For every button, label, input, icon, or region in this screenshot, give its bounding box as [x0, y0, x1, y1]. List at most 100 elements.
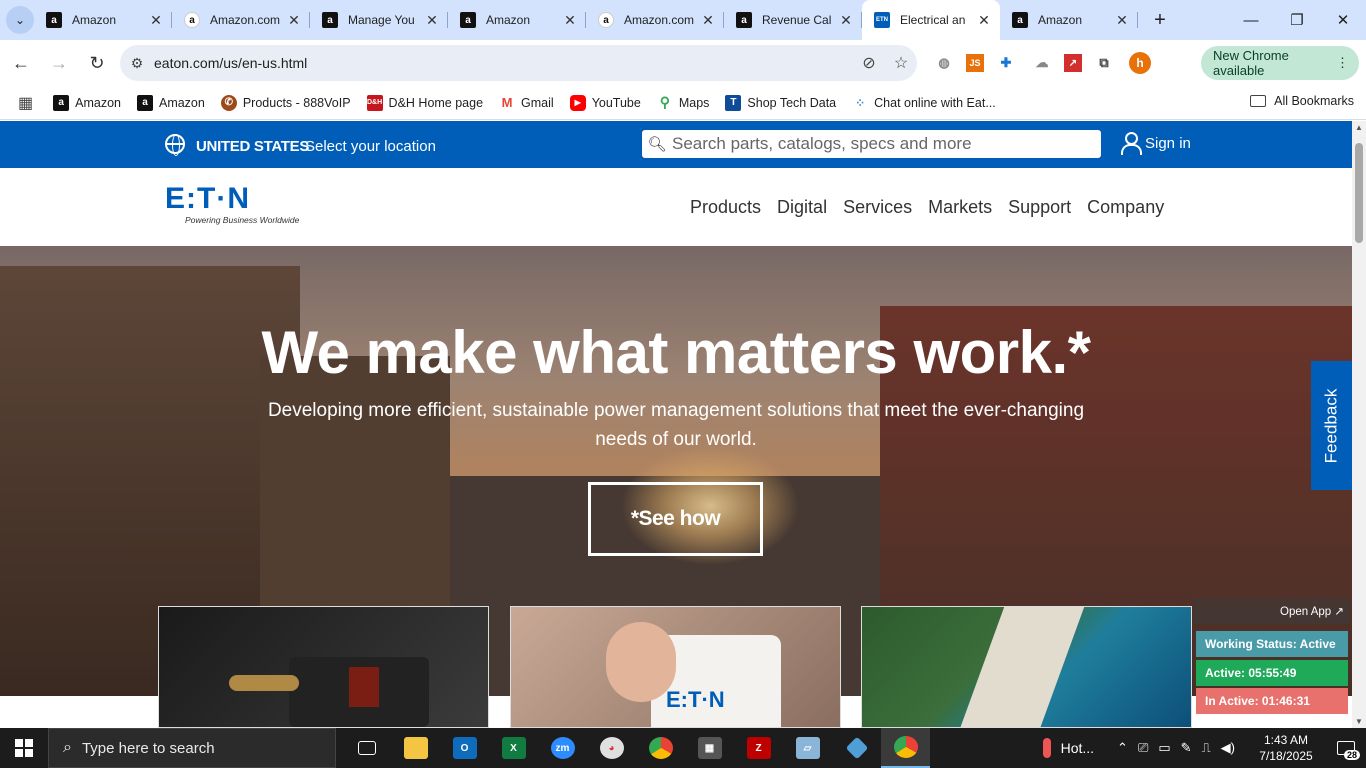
promo-card-product[interactable] — [158, 606, 489, 728]
scroll-up-icon[interactable]: ▲ — [1355, 123, 1363, 132]
filezilla-button[interactable]: Z — [734, 728, 783, 768]
bookmark-item[interactable]: ⁘ Chat online with Eat... — [852, 94, 996, 111]
chrome-icon — [648, 737, 673, 759]
app-button[interactable] — [832, 728, 881, 768]
zoom-button[interactable]: zm — [538, 728, 587, 768]
close-tab-icon[interactable]: ✕ — [1114, 12, 1130, 29]
see-how-button[interactable]: *See how — [588, 482, 763, 556]
bookmark-item[interactable]: a Amazon — [136, 94, 205, 111]
sign-in-label: Sign in — [1145, 134, 1191, 152]
bookmark-item[interactable]: a Amazon — [53, 94, 121, 111]
browser-tab[interactable]: a Amazon.com ✕ — [172, 0, 310, 40]
site-info-icon[interactable]: ⚙ — [120, 55, 154, 72]
reload-button[interactable]: ↻ — [80, 46, 114, 80]
promo-card-mug[interactable]: E:T·N — [510, 606, 841, 728]
bookmark-item[interactable]: ▶ YouTube — [569, 94, 641, 111]
back-button[interactable]: ← — [4, 46, 38, 80]
js-extension-icon[interactable]: JS — [966, 54, 984, 72]
notifications-button[interactable]: 28 — [1326, 728, 1366, 768]
profile-button[interactable]: h — [1126, 48, 1154, 78]
browser-tab[interactable]: a Revenue Cal ✕ — [724, 0, 862, 40]
sign-in-link[interactable]: Sign in — [1120, 132, 1191, 155]
volume-icon[interactable]: ◀) — [1221, 740, 1235, 756]
battery-icon[interactable]: ▭ — [1158, 740, 1170, 756]
eye-off-icon[interactable]: ⊘ — [853, 53, 885, 73]
browser-tab[interactable]: a Amazon.com ✕ — [586, 0, 724, 40]
star-icon[interactable]: ☆ — [885, 53, 917, 73]
chevron-up-icon[interactable]: ⌃ — [1117, 740, 1128, 756]
bookmark-item[interactable]: T Shop Tech Data — [725, 94, 836, 111]
outlook-button[interactable]: O — [440, 728, 489, 768]
close-tab-icon[interactable]: ✕ — [424, 12, 440, 29]
close-tab-icon[interactable]: ✕ — [286, 12, 302, 29]
amazon-icon: a — [736, 12, 752, 28]
select-location-link[interactable]: Select your location — [305, 138, 436, 155]
nav-markets[interactable]: Markets — [928, 197, 992, 218]
page-scrollbar[interactable]: ▲ ▼ — [1352, 121, 1366, 728]
bookmark-item[interactable]: D&H D&H Home page — [366, 94, 483, 111]
taskbar-search[interactable]: ⌕ Type here to search — [48, 728, 336, 768]
browser-tab[interactable]: a Amazon ✕ — [34, 0, 172, 40]
new-chrome-available-button[interactable]: New Chrome available ⋮ — [1201, 46, 1359, 80]
chrome-profile-button[interactable] — [636, 728, 685, 768]
close-tab-icon[interactable]: ✕ — [838, 12, 854, 29]
nav-company[interactable]: Company — [1087, 197, 1164, 218]
puzzle-extensions-icon[interactable]: ⧉ — [1090, 48, 1118, 78]
file-explorer-button[interactable] — [391, 728, 440, 768]
task-view-button[interactable] — [342, 728, 391, 768]
feedback-tab[interactable]: Feedback — [1311, 361, 1352, 490]
paint-button[interactable]: ◕ — [587, 728, 636, 768]
open-app-link[interactable]: Open App ↗ — [1194, 598, 1350, 624]
weather-widget[interactable]: Hot... — [1042, 738, 1094, 758]
calculator-button[interactable]: ▦ — [685, 728, 734, 768]
bookmark-item[interactable]: ✆ Products - 888VoIP — [220, 94, 351, 111]
eaton-logo[interactable]: E:T·N Powering Business Worldwide — [165, 184, 299, 226]
site-search-input[interactable]: 🔍︎ Search parts, catalogs, specs and mor… — [642, 130, 1101, 158]
close-tab-icon[interactable]: ✕ — [976, 12, 992, 29]
browser-tab[interactable]: a Amazon ✕ — [448, 0, 586, 40]
close-window-icon[interactable]: ✕ — [1320, 0, 1366, 40]
chrome-active-button[interactable] — [881, 728, 930, 768]
scroll-down-icon[interactable]: ▼ — [1355, 717, 1363, 726]
forward-button[interactable]: → — [42, 46, 76, 80]
browser-tab[interactable]: a Amazon ✕ — [1000, 0, 1138, 40]
apps-grid-icon[interactable]: ▦ — [18, 93, 33, 113]
address-bar[interactable]: ⚙ eaton.com/us/en-us.html ⊘ ☆ — [120, 45, 917, 81]
browser-tab[interactable]: a Manage You ✕ — [310, 0, 448, 40]
excel-button[interactable]: X — [489, 728, 538, 768]
new-tab-button[interactable]: + — [1146, 6, 1174, 34]
url-text[interactable]: eaton.com/us/en-us.html — [154, 55, 853, 71]
clock[interactable]: 1:43 AM 7/18/2025 — [1246, 732, 1326, 764]
nav-services[interactable]: Services — [843, 197, 912, 218]
bookmark-item[interactable]: M Gmail — [499, 94, 554, 111]
nav-products[interactable]: Products — [690, 197, 761, 218]
nav-support[interactable]: Support — [1008, 197, 1071, 218]
network-icon[interactable]: ⎍ — [1202, 740, 1211, 756]
product-plug — [229, 675, 299, 691]
tab-search-button[interactable]: ⌄ — [6, 6, 34, 34]
cloud-extension-icon[interactable]: ☁ — [1028, 48, 1056, 78]
minimize-icon[interactable]: — — [1228, 0, 1274, 40]
browser-tab-active[interactable]: ETN Electrical an ✕ — [862, 0, 1000, 40]
close-tab-icon[interactable]: ✕ — [562, 12, 578, 29]
browser-toolbar: ← → ↻ ⚙ eaton.com/us/en-us.html ⊘ ☆ ◍ JS… — [0, 40, 1366, 86]
task-view-icon — [357, 741, 376, 755]
bookmark-item[interactable]: ⚲ Maps — [656, 94, 709, 111]
close-tab-icon[interactable]: ✕ — [148, 12, 164, 29]
globe-extension-icon[interactable]: ◍ — [930, 48, 958, 78]
notes-button[interactable]: ▱ — [783, 728, 832, 768]
arrow-right-icon: → — [50, 52, 68, 73]
country-label[interactable]: UNITED STATES — [196, 138, 309, 155]
all-bookmarks-button[interactable]: All Bookmarks — [1250, 94, 1354, 108]
app-tray-icon[interactable]: ⎚ — [1138, 740, 1148, 756]
scroll-thumb[interactable] — [1355, 143, 1363, 243]
nav-digital[interactable]: Digital — [777, 197, 827, 218]
helper-extension-icon[interactable]: ✚ — [992, 48, 1020, 78]
close-tab-icon[interactable]: ✕ — [700, 12, 716, 29]
start-button[interactable] — [0, 728, 48, 768]
pdf-extension-icon[interactable]: ↗ — [1064, 54, 1082, 72]
restore-icon[interactable]: ❐ — [1274, 0, 1320, 40]
pen-icon[interactable]: ✎ — [1181, 740, 1192, 756]
promo-card-coast[interactable] — [861, 606, 1192, 728]
working-status: Working Status: Active — [1196, 631, 1348, 657]
